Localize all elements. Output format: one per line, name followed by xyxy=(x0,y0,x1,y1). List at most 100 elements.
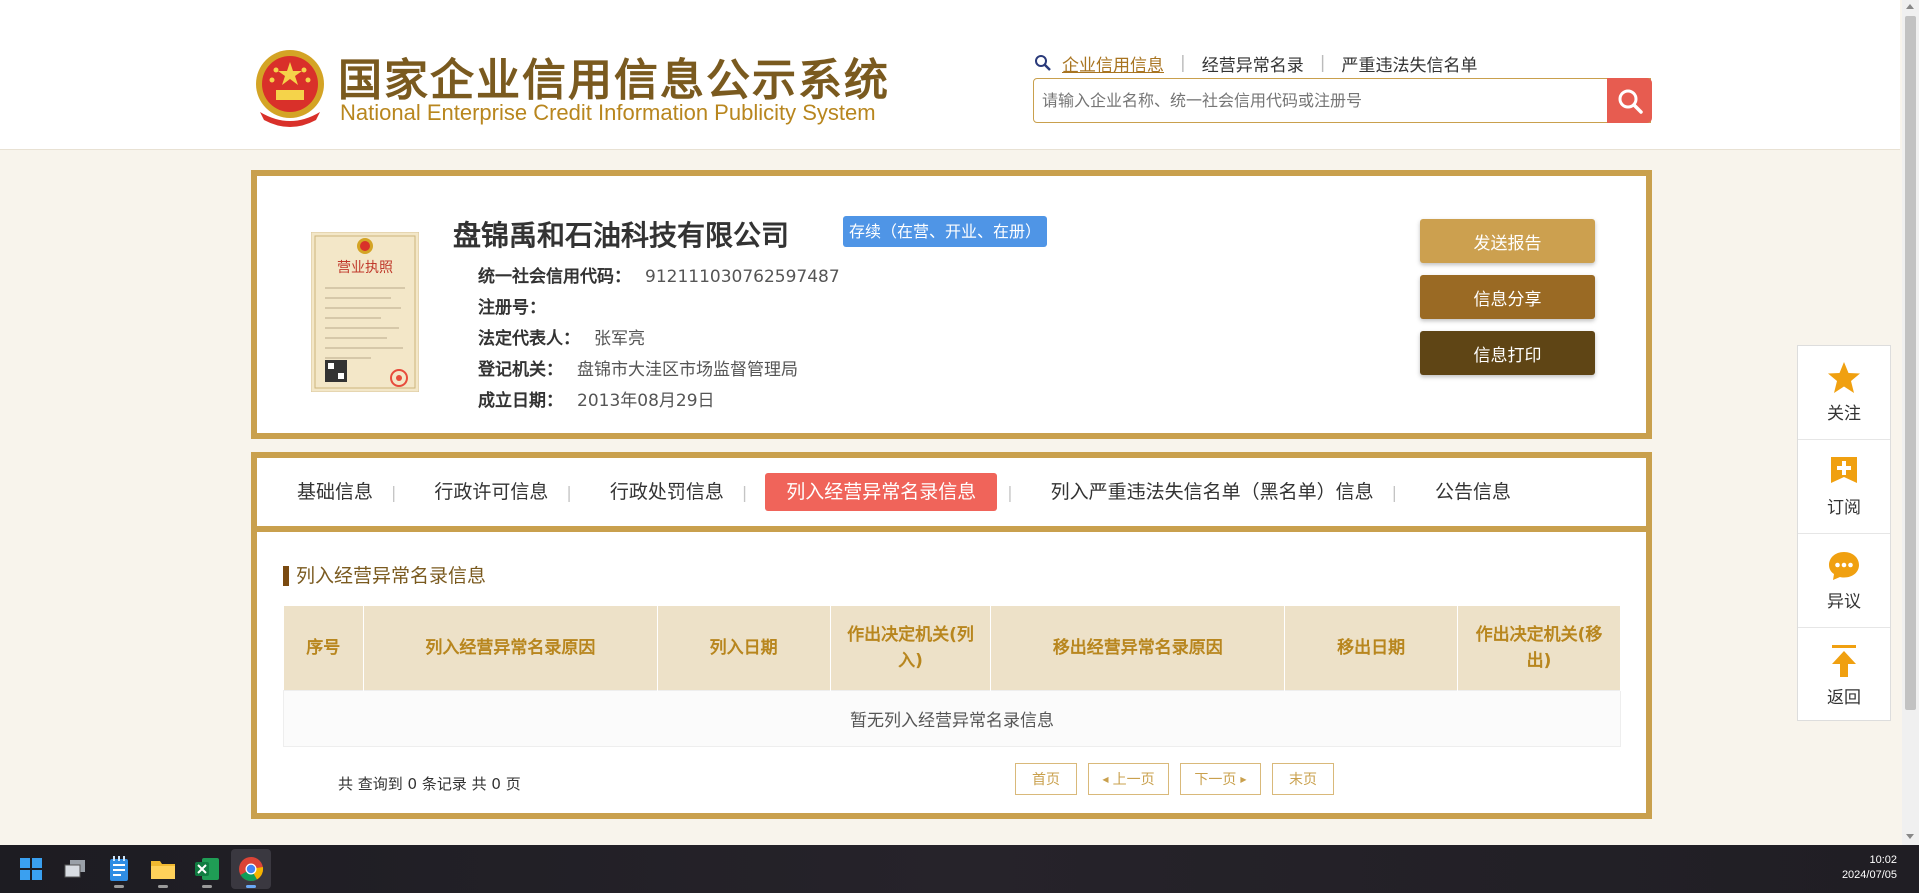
notepad-icon xyxy=(110,856,128,881)
pagination: 首页 ◀ 上一页 下一页 ▶ 末页 xyxy=(1015,763,1334,795)
col-list-reason: 列入经营异常名录原因 xyxy=(363,606,658,690)
task-view-icon xyxy=(64,860,85,878)
last-page-button[interactable]: 末页 xyxy=(1272,763,1334,795)
tab-bar: 基础信息 | 行政许可信息 | 行政处罚信息 | 列入经营异常名录信息 | 列入… xyxy=(257,458,1646,532)
reg-authority-row: 登记机关： 盘锦市大洼区市场监督管理局 xyxy=(478,355,798,380)
record-summary: 共 查询到 0 条记录 共 0 页 xyxy=(338,775,521,793)
side-float-panel: 关注 订阅 异议 返回 xyxy=(1797,345,1891,721)
last-page-label: 末页 xyxy=(1289,772,1317,788)
nav-enterprise-credit-info[interactable]: 企业信用信息 xyxy=(1062,51,1164,76)
system-clock[interactable]: 10:02 2024/07/05 xyxy=(1842,853,1897,883)
caret-left-icon: ◀ xyxy=(1102,774,1109,784)
credit-code-value: 912111030762597487 xyxy=(645,267,840,287)
subscribe-button[interactable]: 订阅 xyxy=(1798,440,1890,534)
legal-rep-label: 法定代表人： xyxy=(478,329,580,349)
nav-abnormal-list[interactable]: 经营异常名录 xyxy=(1202,51,1304,76)
scroll-thumb[interactable] xyxy=(1905,16,1916,710)
print-info-button[interactable]: 信息打印 xyxy=(1420,331,1595,375)
tab-separator: | xyxy=(566,482,572,502)
task-view-button[interactable] xyxy=(55,849,95,889)
tab-admin-penalty[interactable]: 行政处罚信息 xyxy=(594,473,740,511)
scroll-up-arrow[interactable] xyxy=(1906,4,1914,9)
tab-separator: | xyxy=(391,482,397,502)
page-scrollbar[interactable] xyxy=(1902,0,1919,845)
search-input[interactable] xyxy=(1034,79,1650,122)
chrome-icon xyxy=(239,857,264,882)
abnormal-list-table: 序号 列入经营异常名录原因 列入日期 作出决定机关(列入) 移出经营异常名录原因… xyxy=(283,606,1621,747)
tab-announcements[interactable]: 公告信息 xyxy=(1419,473,1527,511)
subscribe-label: 订阅 xyxy=(1827,498,1861,518)
send-report-button[interactable]: 发送报告 xyxy=(1420,219,1595,263)
folder-icon xyxy=(151,861,175,879)
legal-rep-value: 张军亮 xyxy=(594,329,645,349)
credit-code-label: 统一社会信用代码： xyxy=(478,267,631,287)
prev-page-label: 上一页 xyxy=(1112,772,1155,788)
col-index: 序号 xyxy=(283,606,364,690)
chrome-app-button[interactable] xyxy=(231,849,271,889)
site-header: 国家企业信用信息公示系统 National Enterprise Credit … xyxy=(0,0,1900,150)
legal-rep-row: 法定代表人： 张军亮 xyxy=(478,324,645,349)
col-remove-date: 移出日期 xyxy=(1284,606,1459,690)
col-remove-authority: 作出决定机关(移出) xyxy=(1457,606,1621,690)
follow-label: 关注 xyxy=(1827,404,1861,424)
reg-number-row: 注册号： xyxy=(478,293,560,318)
next-page-label: 下一页 xyxy=(1194,772,1237,788)
prev-page-button[interactable]: ◀ 上一页 xyxy=(1088,763,1169,795)
windows-logo-icon xyxy=(20,858,42,880)
next-page-button[interactable]: 下一页 ▶ xyxy=(1180,763,1261,795)
chat-bubble-icon xyxy=(1829,552,1859,580)
objection-button[interactable]: 异议 xyxy=(1798,534,1890,628)
col-list-date: 列入日期 xyxy=(657,606,831,690)
site-title-chinese: 国家企业信用信息公示系统 xyxy=(338,55,890,106)
established-date-value: 2013年08月29日 xyxy=(577,391,715,411)
notepad-app-button[interactable] xyxy=(99,849,139,889)
excel-app-button[interactable] xyxy=(187,849,227,889)
nav-separator: | xyxy=(1180,53,1186,73)
clock-date: 2024/07/05 xyxy=(1841,869,1897,881)
clock-time: 10:02 xyxy=(1869,854,1897,866)
site-title-english: National Enterprise Credit Information P… xyxy=(340,100,876,125)
svg-text:营业执照: 营业执照 xyxy=(337,260,393,276)
tab-separator: | xyxy=(741,482,748,502)
section-title: 列入经营异常名录信息 xyxy=(283,566,486,586)
reg-authority-value: 盘锦市大洼区市场监督管理局 xyxy=(577,360,798,380)
start-button[interactable] xyxy=(11,849,51,889)
table-row: 暂无列入经营异常名录信息 xyxy=(283,689,1621,747)
nav-separator: | xyxy=(1319,53,1326,73)
credit-code-row: 统一社会信用代码： 912111030762597487 xyxy=(478,262,840,287)
share-info-button[interactable]: 信息分享 xyxy=(1420,275,1595,319)
first-page-button[interactable]: 首页 xyxy=(1015,763,1077,795)
taskbar: 10:02 2024/07/05 xyxy=(0,845,1919,893)
empty-table-message: 暂无列入经营异常名录信息 xyxy=(283,689,1621,747)
running-indicator xyxy=(202,885,212,888)
top-nav: 企业信用信息 | 经营异常名录 | 严重违法失信名单 xyxy=(1034,50,1477,76)
nav-serious-violation-list[interactable]: 严重违法失信名单 xyxy=(1341,51,1477,76)
caret-right-icon: ▶ xyxy=(1240,774,1247,784)
back-to-top-button[interactable]: 返回 xyxy=(1798,628,1890,722)
search-box xyxy=(1033,78,1651,123)
search-button[interactable] xyxy=(1607,78,1652,123)
running-indicator xyxy=(158,885,168,888)
tab-abnormal-list[interactable]: 列入经营异常名录信息 xyxy=(765,473,998,511)
tab-separator: | xyxy=(1007,482,1013,502)
tab-separator: | xyxy=(1391,482,1398,502)
detail-panel: 基础信息 | 行政许可信息 | 行政处罚信息 | 列入经营异常名录信息 | 列入… xyxy=(251,452,1652,819)
established-date-row: 成立日期： 2013年08月29日 xyxy=(478,386,715,411)
reg-number-label: 注册号： xyxy=(478,298,546,318)
table-header-row: 序号 列入经营异常名录原因 列入日期 作出决定机关(列入) 移出经营异常名录原因… xyxy=(283,606,1621,690)
business-license-image[interactable]: 营业执照 xyxy=(311,232,419,392)
tab-basic-info[interactable]: 基础信息 xyxy=(281,473,389,511)
excel-icon xyxy=(195,858,219,880)
magnifier-icon xyxy=(1035,55,1051,71)
col-remove-reason: 移出经营异常名录原因 xyxy=(990,606,1286,690)
arrow-up-icon xyxy=(1832,644,1856,677)
file-explorer-button[interactable] xyxy=(143,849,183,889)
star-icon xyxy=(1828,362,1860,393)
back-label: 返回 xyxy=(1827,687,1861,708)
scroll-down-arrow[interactable] xyxy=(1906,834,1914,839)
running-indicator xyxy=(114,885,124,888)
tab-blacklist[interactable]: 列入严重违法失信名单（黑名单）信息 xyxy=(1035,473,1390,511)
follow-button[interactable]: 关注 xyxy=(1798,346,1890,440)
tab-admin-license[interactable]: 行政许可信息 xyxy=(418,473,564,511)
reg-authority-label: 登记机关： xyxy=(478,360,563,380)
